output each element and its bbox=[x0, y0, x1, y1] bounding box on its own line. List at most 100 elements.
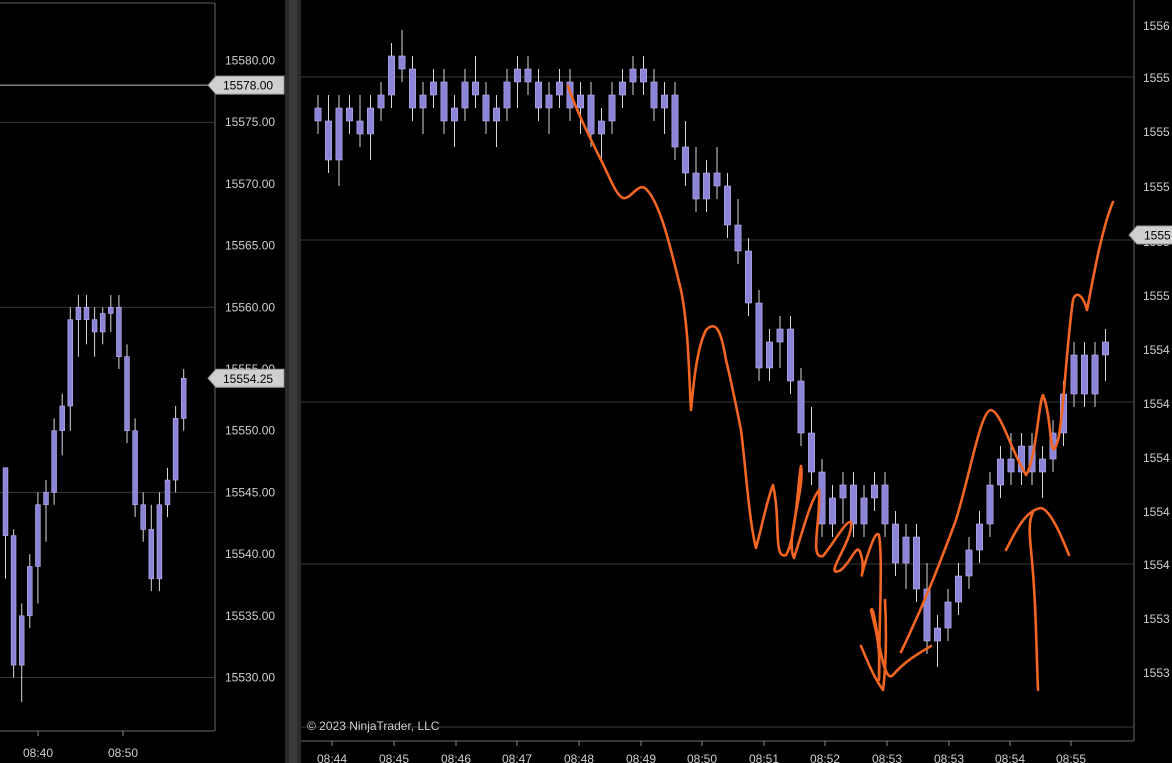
candle-body bbox=[829, 497, 836, 525]
candle-body bbox=[514, 68, 521, 83]
right-candle bbox=[976, 511, 983, 563]
copyright-text: © 2023 NinjaTrader, LLC bbox=[307, 719, 440, 733]
right-x-tick-label: 08:48 bbox=[564, 752, 594, 763]
left-candle bbox=[59, 393, 65, 456]
right-candle bbox=[745, 238, 752, 316]
panel-splitter-handle[interactable] bbox=[289, 0, 297, 763]
candle-body bbox=[608, 94, 616, 122]
right-x-tick-label: 08:50 bbox=[687, 752, 717, 763]
right-candle bbox=[682, 121, 689, 186]
left-candle bbox=[156, 492, 163, 592]
freehand-stroke bbox=[566, 84, 933, 682]
right-candle bbox=[482, 82, 490, 134]
right-candle bbox=[902, 524, 910, 589]
candle-body bbox=[598, 120, 605, 135]
right-x-tick-label: 08:49 bbox=[626, 752, 656, 763]
candle-body bbox=[472, 81, 479, 96]
right-candle bbox=[524, 56, 532, 95]
right-x-tick-label: 08:53 bbox=[872, 752, 902, 763]
candle-body bbox=[148, 529, 155, 580]
right-price-tag-last-label: 1555 bbox=[1144, 229, 1171, 243]
right-candle bbox=[986, 472, 994, 537]
right-candle bbox=[608, 82, 616, 134]
left-candle bbox=[75, 294, 82, 357]
candle-body bbox=[27, 566, 33, 617]
candle-body bbox=[850, 484, 857, 525]
freehand-stroke bbox=[1004, 506, 1071, 557]
right-y-tick-label: 1555 bbox=[1143, 289, 1170, 303]
candle-body bbox=[124, 356, 130, 432]
candle-body bbox=[440, 81, 448, 122]
left-y-tick-label: 15570.00 bbox=[225, 177, 275, 191]
right-candle bbox=[997, 446, 1004, 498]
right-candle bbox=[661, 82, 668, 134]
right-candle bbox=[881, 472, 889, 537]
candle-body bbox=[172, 418, 179, 481]
right-candle bbox=[577, 82, 584, 134]
panel-splitter[interactable] bbox=[285, 0, 301, 763]
candle-body bbox=[67, 319, 74, 407]
candle-body bbox=[871, 484, 878, 499]
candle-body bbox=[59, 405, 65, 431]
right-candles bbox=[314, 30, 1109, 667]
right-candle bbox=[377, 82, 385, 121]
candle-body bbox=[881, 484, 889, 525]
candle-body bbox=[1007, 458, 1015, 473]
right-x-tick-label: 08:47 bbox=[502, 752, 532, 763]
freehand-stroke bbox=[899, 200, 1115, 654]
right-chart-panel[interactable]: 1556 1555 1555 1555 1555 1555 1554 1554 1554 1554… bbox=[301, 0, 1172, 763]
right-candle bbox=[892, 511, 899, 576]
candle-body bbox=[650, 81, 658, 109]
candle-body bbox=[860, 497, 868, 525]
candle-body bbox=[346, 107, 353, 122]
candle-body bbox=[314, 107, 322, 122]
left-candle bbox=[27, 554, 33, 629]
right-y-tick-label: 1555 bbox=[1143, 71, 1170, 85]
candle-body bbox=[180, 377, 187, 419]
candle-body bbox=[43, 492, 49, 506]
right-candle bbox=[808, 407, 815, 485]
candle-body bbox=[944, 601, 952, 629]
candle-body bbox=[156, 504, 163, 580]
left-candle bbox=[172, 406, 179, 493]
candle-body bbox=[619, 81, 626, 96]
left-candle bbox=[164, 467, 171, 518]
right-candle bbox=[692, 147, 700, 212]
candle-body bbox=[18, 615, 25, 666]
candle-body bbox=[91, 319, 98, 333]
left-candle bbox=[51, 418, 57, 505]
right-candle bbox=[335, 95, 343, 186]
left-candlestick-chart[interactable]: 15580.00 15575.00 15570.00 15565.00 15560.00… bbox=[0, 0, 285, 763]
candle-body bbox=[640, 68, 647, 83]
left-candle bbox=[108, 294, 114, 332]
right-y-tick-label: 1553 bbox=[1143, 612, 1170, 626]
right-candle bbox=[545, 82, 553, 134]
right-x-tick-label: 08:45 bbox=[379, 752, 409, 763]
right-y-tick-label: 1553 bbox=[1143, 666, 1170, 680]
candle-body bbox=[398, 55, 406, 70]
right-y-tick-label: 1554 bbox=[1143, 558, 1170, 572]
candle-body bbox=[965, 549, 973, 577]
right-candle bbox=[713, 147, 721, 199]
candle-body bbox=[556, 81, 563, 96]
candle-body bbox=[535, 81, 542, 109]
candle-body bbox=[356, 120, 364, 135]
candle-body bbox=[335, 107, 343, 161]
right-x-tick-label: 08:51 bbox=[749, 752, 779, 763]
left-candles bbox=[2, 294, 187, 703]
candle-body bbox=[164, 479, 171, 506]
candle-body bbox=[83, 306, 90, 320]
right-candle bbox=[430, 69, 437, 108]
candle-body bbox=[10, 535, 17, 666]
candle-body bbox=[108, 306, 114, 314]
candle-body bbox=[2, 467, 9, 536]
candle-body bbox=[545, 94, 553, 109]
candle-body bbox=[913, 536, 920, 590]
left-candle bbox=[180, 369, 187, 431]
right-candlestick-chart[interactable]: 1556 1555 1555 1555 1555 1555 1554 1554 1554 1554… bbox=[301, 0, 1172, 763]
left-y-tick-label: 15550.00 bbox=[225, 424, 275, 438]
candle-body bbox=[1102, 341, 1109, 356]
left-chart-panel[interactable]: 15580.00 15575.00 15570.00 15565.00 15560.00… bbox=[0, 0, 285, 763]
right-candle bbox=[913, 524, 920, 602]
left-candle bbox=[99, 307, 106, 345]
